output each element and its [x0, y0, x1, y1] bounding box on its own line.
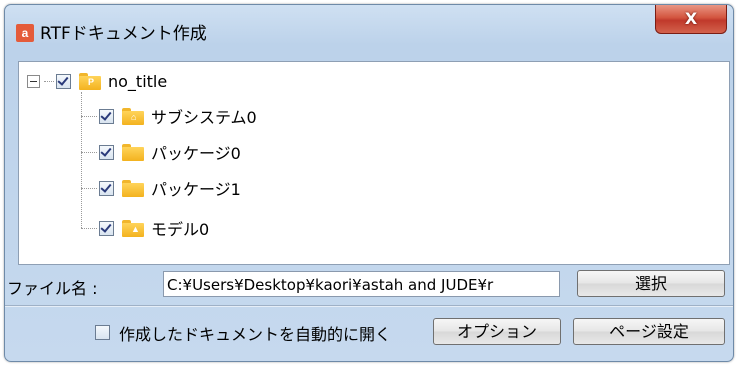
tree-connector: [81, 116, 97, 117]
tree-node-label: サブシステム0: [151, 108, 257, 127]
auto-open-label: 作成したドキュメントを自動的に開く: [119, 325, 392, 344]
collapse-toggle-icon[interactable]: [27, 75, 40, 88]
options-button[interactable]: オプション: [433, 318, 561, 345]
window-title: RTFドキュメント作成: [40, 24, 207, 44]
model-folder-icon: ▲: [122, 219, 144, 237]
file-name-label: ファイル名 :: [7, 279, 98, 298]
rtf-dialog: a RTFドキュメント作成 X P no_title ⌂ サブシステム0 パッケ…: [4, 4, 734, 362]
project-folder-icon: P: [79, 72, 101, 90]
checkbox-package0[interactable]: [99, 144, 114, 160]
file-path-input[interactable]: C:¥Users¥Desktop¥kaori¥astah and JUDE¥r: [163, 271, 560, 297]
tree-node-package0[interactable]: パッケージ0: [99, 141, 241, 163]
tree-node-package1[interactable]: パッケージ1: [99, 177, 241, 199]
title-bar[interactable]: a RTFドキュメント作成 X: [5, 5, 733, 55]
checkbox-model[interactable]: [99, 220, 114, 236]
divider: [5, 305, 733, 307]
tree-connector: [81, 152, 97, 153]
tree-node-subsystem[interactable]: ⌂ サブシステム0: [99, 105, 257, 127]
auto-open-checkbox[interactable]: [95, 325, 110, 340]
tree-node-label: パッケージ1: [151, 180, 241, 199]
tree-connector: [81, 92, 82, 228]
close-button[interactable]: X: [655, 5, 727, 34]
checkbox-root[interactable]: [56, 73, 71, 89]
tree-node-label: パッケージ0: [151, 144, 241, 163]
checkbox-subsystem[interactable]: [99, 108, 114, 124]
checkbox-package1[interactable]: [99, 180, 114, 196]
tree-connector: [81, 228, 97, 229]
tree-node-root[interactable]: P no_title: [56, 70, 167, 92]
package-folder-icon: [122, 143, 144, 161]
tree-panel: P no_title ⌂ サブシステム0 パッケージ0 パッケージ1 ▲ モデル…: [18, 61, 730, 265]
subsystem-folder-icon: ⌂: [122, 107, 144, 125]
tree-node-label: モデル0: [151, 220, 210, 239]
package-folder-icon: [122, 179, 144, 197]
tree-connector: [44, 81, 54, 82]
tree-node-label: no_title: [108, 71, 168, 91]
app-icon: a: [16, 24, 34, 42]
tree-node-model[interactable]: ▲ モデル0: [99, 217, 209, 239]
select-button[interactable]: 選択: [577, 270, 725, 297]
page-setup-button[interactable]: ページ設定: [573, 318, 725, 345]
tree-connector: [81, 188, 97, 189]
